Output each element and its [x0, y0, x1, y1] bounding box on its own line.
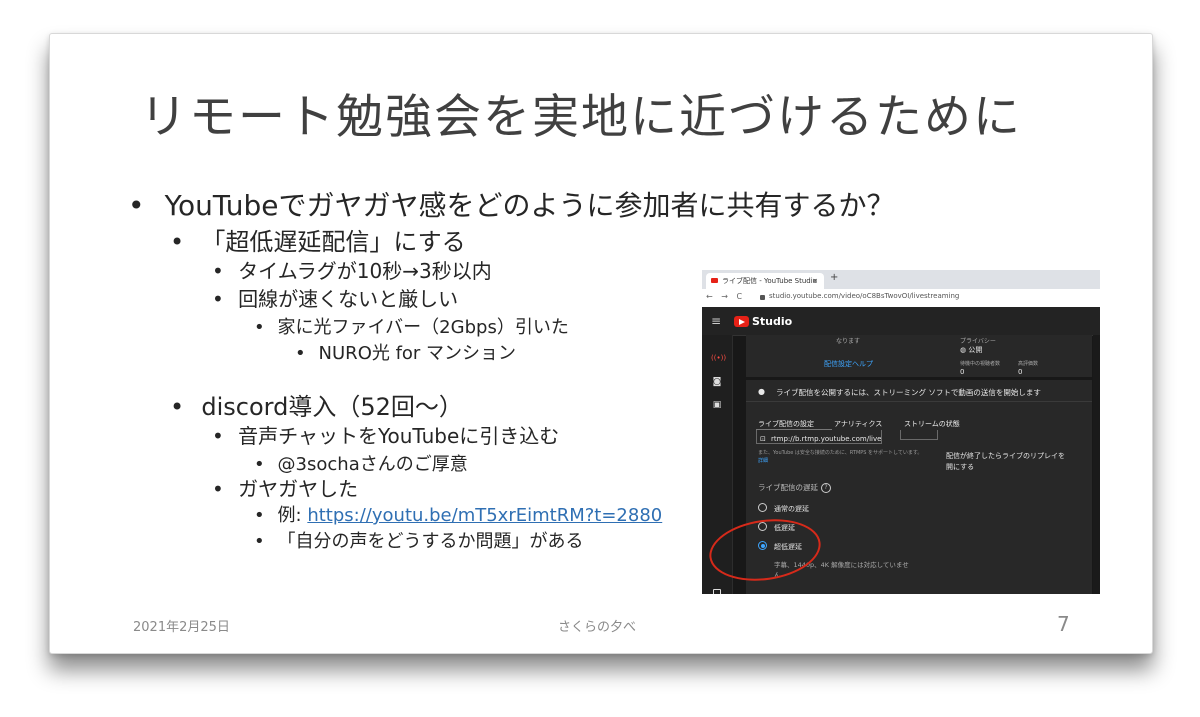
bullet-dot: •	[254, 317, 265, 338]
bullet-text: ガヤガヤした	[238, 477, 359, 501]
bullet-dot: •	[212, 424, 224, 448]
replay-text-2: 開にする	[946, 463, 975, 471]
calendar-icon[interactable]: ▣	[711, 400, 723, 411]
stream-key-box[interactable]	[900, 430, 938, 440]
bullet-youtube: • YouTubeでガヤガヤ感をどのように参加者に共有するか？	[128, 184, 894, 224]
bullet-text: タイムラグが10秒→3秒以内	[238, 259, 492, 283]
slide-title: リモート勉強会を実地に近づけるために	[140, 90, 1022, 145]
bullet-dot: •	[212, 287, 224, 311]
tab-stream-status[interactable]: ストリームの状態	[904, 419, 960, 429]
bullet-dot: •	[212, 259, 224, 283]
bullet-text: 回線が速くないと厳しい	[238, 287, 459, 311]
latency-label-text: ライブ配信の遅延	[758, 483, 818, 492]
replay-text-1: 配信が終了したらライブのリプレイを	[946, 452, 1065, 460]
bullet-dot: •	[170, 228, 185, 256]
live-icon[interactable]: ((•))	[711, 353, 726, 364]
bullet-discord: • discord導入（52回〜）	[170, 387, 463, 422]
browser-tab-bar: ライブ配信 - YouTube Studio × +	[702, 270, 1100, 289]
studio-brand: Studio	[752, 315, 793, 328]
help-icon[interactable]: ?	[821, 483, 831, 493]
youtube-studio-screenshot: ライブ配信 - YouTube Studio × + ← → C studio.…	[702, 270, 1100, 594]
bullet-own-voice: • 「自分の声をどうするか問題」がある	[254, 527, 584, 553]
camera-icon[interactable]: ◙	[711, 377, 723, 388]
scrollbar[interactable]	[1093, 335, 1100, 594]
tab-stream-settings[interactable]: ライブ配信の設定	[758, 419, 814, 429]
bullet-nuro: • NURO光 for マンション	[295, 339, 516, 365]
bullet-line-speed: • 回線が速くないと厳しい	[212, 283, 458, 312]
bullet-text: discord導入（52回〜）	[201, 393, 463, 421]
help-link[interactable]: 配信設定ヘルプ	[824, 359, 873, 369]
new-tab-icon[interactable]: +	[830, 272, 838, 283]
likes-value: 0	[1018, 368, 1023, 376]
footer-center: さくらの夕べ	[558, 620, 637, 635]
close-icon[interactable]: ×	[812, 273, 818, 289]
privacy-value-text: 公開	[968, 346, 983, 354]
example-link[interactable]: https://youtu.be/mT5xrEimtRM?t=2880	[307, 505, 662, 526]
slide: リモート勉強会を実地に近づけるために • YouTubeでガヤガヤ感をどのように…	[49, 33, 1153, 654]
bullet-dot: •	[254, 531, 265, 552]
square-icon[interactable]	[713, 589, 721, 594]
bullet-text: 「超低遅延配信」にする	[201, 228, 466, 256]
bullet-text: NURO光 for マンション	[318, 343, 517, 364]
bullet-text: @3sochaさんのご厚意	[277, 454, 468, 475]
bullet-text: YouTubeでガヤガヤ感をどのように参加者に共有するか？	[164, 189, 895, 222]
page-number: 7	[1057, 612, 1070, 636]
url-field[interactable]: studio.youtube.com/video/oC8BsTwovOI/liv…	[769, 292, 959, 300]
studio-header: ≡ Studio	[702, 307, 1100, 336]
bullet-dot: •	[254, 505, 265, 526]
bullet-fiber: • 家に光ファイバー（2Gbps）引いた	[254, 313, 569, 339]
notice-dot-icon: ●	[758, 387, 765, 396]
bullet-text: 家に光ファイバー（2Gbps）引いた	[277, 317, 569, 338]
bullet-dot: •	[254, 454, 265, 475]
privacy-label: プライバシー	[960, 338, 996, 345]
bullet-text: 音声チャットをYouTubeに引き込む	[238, 424, 560, 448]
option-normal-latency[interactable]: 通常の遅延	[774, 504, 809, 514]
browser-tab[interactable]: ライブ配信 - YouTube Studio ×	[706, 273, 824, 289]
rtmps-more-link[interactable]: 詳細	[758, 457, 768, 464]
tab-analytics[interactable]: アナリティクス	[834, 419, 882, 429]
divider	[746, 401, 1092, 402]
likes-label: 高評価数	[1018, 361, 1039, 367]
lock-icon	[760, 295, 765, 300]
bullet-timelag: • タイムラグが10秒→3秒以内	[212, 255, 492, 284]
stream-info-panel	[746, 335, 1092, 377]
bullet-ultra-low-latency: • 「超低遅延配信」にする	[170, 222, 466, 257]
bullet-gayagaya: • ガヤガヤした	[212, 473, 358, 502]
bullet-dot: •	[212, 477, 224, 501]
bullet-dot: •	[170, 393, 185, 421]
viewers-value: 0	[960, 368, 965, 376]
privacy-value: ◍ 公開	[960, 345, 982, 355]
bullet-example: • 例: https://youtu.be/mT5xrEimtRM?t=2880	[254, 501, 662, 527]
bullet-text: 例:	[277, 505, 308, 526]
tab-title: ライブ配信 - YouTube Studio	[722, 277, 817, 285]
menu-icon[interactable]: ≡	[711, 314, 721, 328]
radio-normal-latency[interactable]	[758, 503, 767, 512]
bullet-text: 「自分の声をどうするか問題」がある	[277, 531, 584, 552]
viewers-label: 待機中の視聴者数	[960, 361, 1001, 367]
latency-label: ライブ配信の遅延?	[758, 482, 831, 493]
nav-buttons[interactable]: ← → C	[706, 292, 745, 301]
bullet-dot: •	[128, 189, 145, 222]
cut-text: なります	[836, 338, 861, 345]
bullet-dot: •	[295, 343, 306, 364]
address-bar: ← → C studio.youtube.com/video/oC8BsTwov…	[702, 289, 1100, 308]
publish-notice: ライブ配信を公開するには、ストリーミング ソフトで動画の送信を開始します	[776, 388, 1041, 397]
rtmps-note: また、YouTube は安全な接続のために、RTMPS をサポートしています。	[758, 450, 923, 456]
footer-date: 2021年2月25日	[133, 620, 230, 635]
youtube-logo-icon	[734, 316, 749, 327]
stream-url-box	[756, 430, 882, 444]
youtube-favicon-icon	[711, 278, 718, 283]
bullet-voice-chat: • 音声チャットをYouTubeに引き込む	[212, 420, 559, 449]
